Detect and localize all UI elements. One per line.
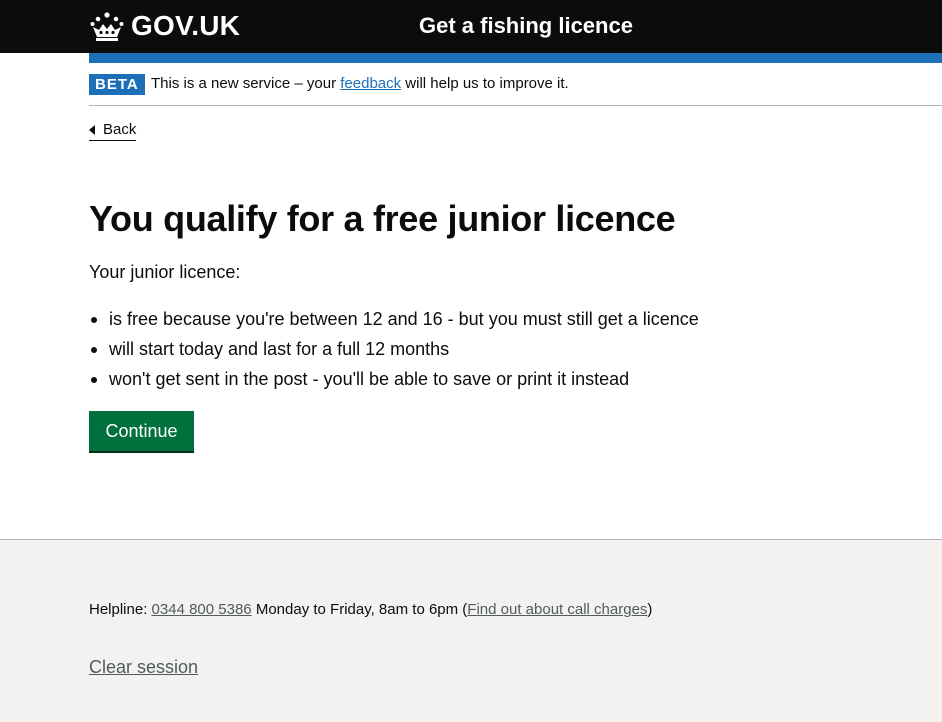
govuk-logo-link[interactable]: GOV.UK bbox=[89, 9, 240, 43]
page-title: You qualify for a free junior licence bbox=[89, 198, 676, 239]
beta-tag: BETA bbox=[89, 74, 145, 95]
intro-text: Your junior licence: bbox=[89, 262, 241, 282]
phase-banner-text: This is a new service – your feedback wi… bbox=[151, 75, 569, 93]
crown-icon bbox=[90, 12, 124, 41]
logo-text: GOV.UK bbox=[131, 10, 241, 41]
clear-session-link[interactable]: Clear session bbox=[89, 655, 198, 679]
header-blue-bar bbox=[89, 53, 942, 63]
site-header: GOV.UK Get a fishing licence bbox=[0, 0, 942, 53]
list-item: won't get sent in the post - you'll be a… bbox=[89, 364, 699, 394]
phase-banner: BETA This is a new service – your feedba… bbox=[89, 63, 942, 106]
service-name-link[interactable]: Get a fishing licence bbox=[419, 11, 633, 41]
site-footer: Helpline: 0344 800 5386 Monday to Friday… bbox=[0, 539, 942, 722]
back-link[interactable]: Back bbox=[89, 120, 137, 141]
helpline-text: Helpline: 0344 800 5386 Monday to Friday… bbox=[89, 600, 652, 620]
back-link-label: Back bbox=[103, 121, 137, 138]
call-charges-link[interactable]: Find out about call charges bbox=[467, 601, 647, 618]
continue-button[interactable]: Continue bbox=[89, 411, 194, 451]
phase-text-before: This is a new service – your bbox=[151, 75, 341, 92]
chevron-left-icon bbox=[89, 125, 95, 135]
helpline-label: Helpline: bbox=[89, 601, 152, 618]
helpline-phone-link[interactable]: 0344 800 5386 bbox=[152, 601, 252, 618]
licence-details-list: is free because you're between 12 and 16… bbox=[89, 304, 699, 394]
phase-text-after: will help us to improve it. bbox=[401, 75, 569, 92]
helpline-hours: Monday to Friday, 8am to 6pm ( bbox=[251, 601, 468, 618]
list-item: is free because you're between 12 and 16… bbox=[89, 304, 699, 334]
helpline-close-paren: ) bbox=[647, 601, 653, 618]
list-item: will start today and last for a full 12 … bbox=[89, 334, 699, 364]
feedback-link[interactable]: feedback bbox=[340, 75, 401, 92]
